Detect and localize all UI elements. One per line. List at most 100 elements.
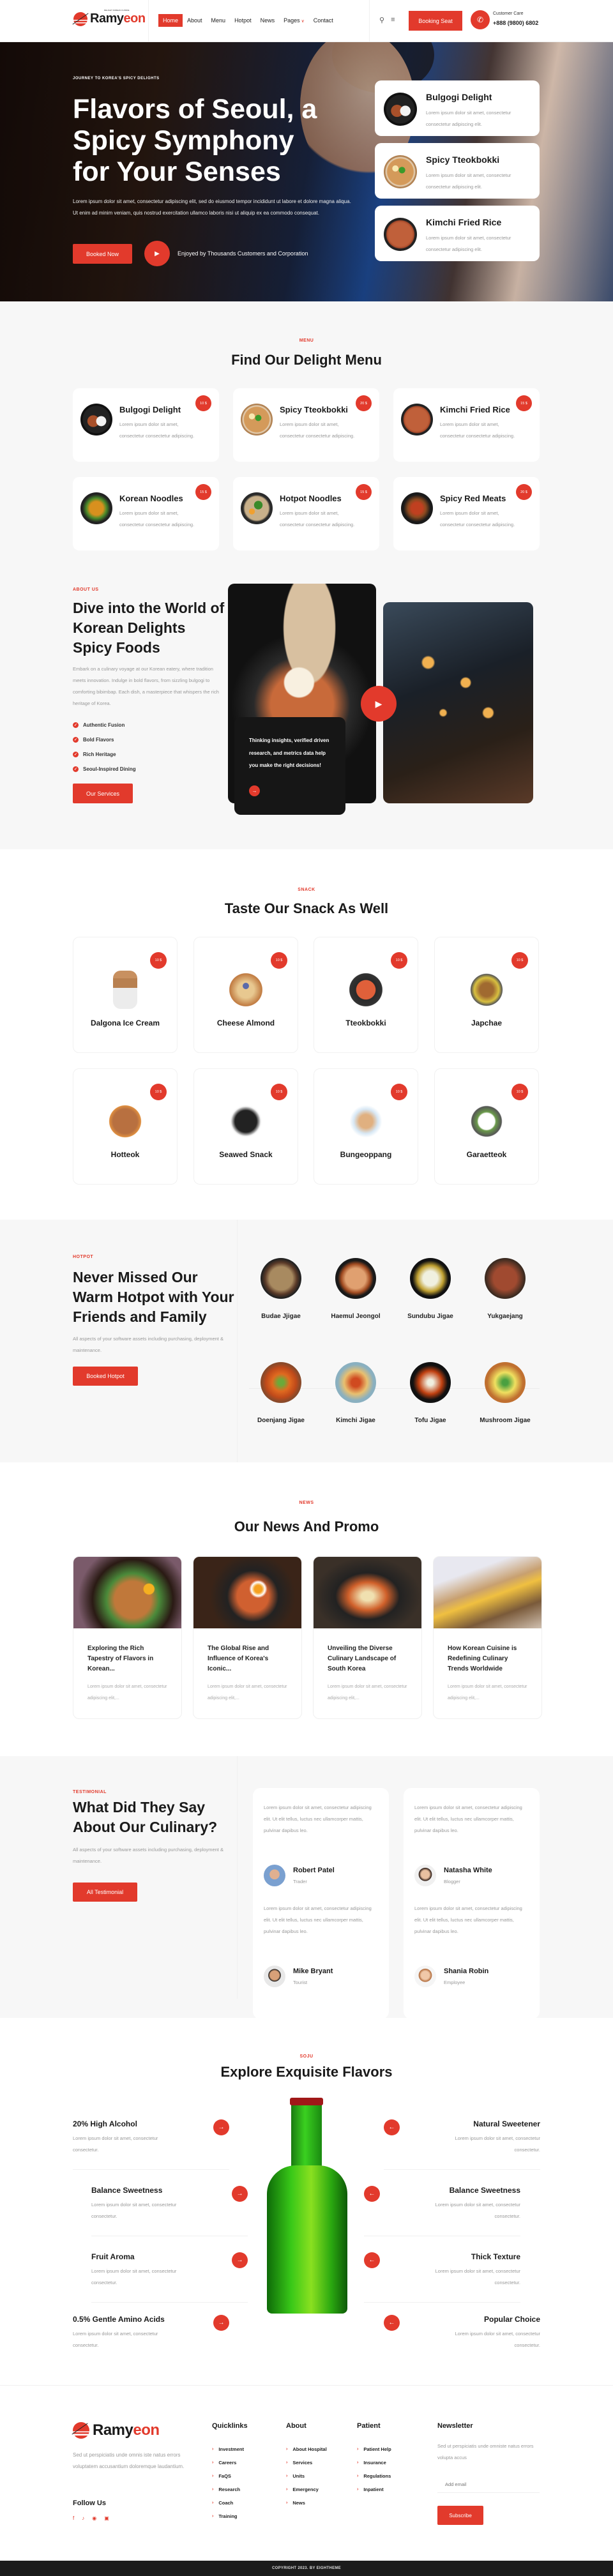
dish-desc: Lorem ipsum dolor sit amet, consectetur … <box>119 510 195 527</box>
news-card[interactable]: The Global Rise and Influence of Korea's… <box>193 1556 302 1719</box>
hotpot-item[interactable]: Mushroom Jigae <box>467 1362 543 1424</box>
snack-card[interactable]: 10 $ Tteokbokki <box>314 937 418 1053</box>
hotpot-image <box>410 1258 451 1299</box>
arrow-right-icon[interactable]: → <box>232 2186 248 2202</box>
footer-link[interactable]: › Services <box>286 2456 327 2469</box>
arrow-left-icon[interactable]: ← <box>384 2315 400 2331</box>
footer-link[interactable]: › Inpatient <box>357 2483 391 2496</box>
feature-title: Natural Sweetener <box>473 2119 540 2128</box>
hotpot-item[interactable]: Haemul Jeongol <box>318 1258 393 1320</box>
news-card[interactable]: How Korean Cuisine is Redefining Culinar… <box>433 1556 542 1719</box>
nav-pages[interactable]: Pages ∨ <box>279 14 309 27</box>
nav-contact[interactable]: Contact <box>309 14 338 27</box>
checklist-label: Seoul-Inspired Dining <box>83 766 136 772</box>
snack-card[interactable]: 10 $ Hotteok <box>73 1068 178 1185</box>
menu-card[interactable]: Bulgogi Delight Lorem ipsum dolor sit am… <box>73 388 219 462</box>
play-video-button[interactable]: ▶ <box>361 686 397 722</box>
arrow-left-icon[interactable]: ← <box>384 2119 400 2135</box>
hotpot-item[interactable]: Doenjang Jigae <box>243 1362 319 1424</box>
snack-title: Hotteok <box>110 1150 140 1159</box>
logo[interactable]: Ramyeon DELIGHT KOREAN CUISINE <box>73 9 146 26</box>
arrow-right-icon[interactable]: → <box>213 2119 229 2135</box>
menu-card[interactable]: Spicy Red Meats Lorem ipsum dolor sit am… <box>393 477 540 550</box>
footer-link[interactable]: › FaQS <box>212 2469 248 2483</box>
play-video-button[interactable]: ▶ <box>144 241 170 266</box>
news-card[interactable]: Unveiling the Diverse Culinary Landscape… <box>313 1556 422 1719</box>
logo-mark-icon <box>73 2422 89 2439</box>
snack-image <box>347 971 385 1009</box>
arrow-left-icon[interactable]: ← <box>364 2252 380 2268</box>
news-headline[interactable]: Unveiling the Diverse Culinary Landscape… <box>328 1644 411 1674</box>
our-services-button[interactable]: Our Services <box>73 784 133 803</box>
footer-link[interactable]: › Investment <box>212 2443 248 2456</box>
arrow-right-icon[interactable]: → <box>213 2315 229 2331</box>
footer-link[interactable]: › Patient Help <box>357 2443 391 2456</box>
menu-card[interactable]: Kimchi Fried Rice Lorem ipsum dolor sit … <box>393 388 540 462</box>
snack-title: Dalgona Ice Cream <box>90 1019 160 1027</box>
subscribe-button[interactable]: Subscribe <box>437 2506 483 2525</box>
menu-card[interactable]: Korean Noodles Lorem ipsum dolor sit ame… <box>73 477 219 550</box>
footer-link[interactable]: › Coach <box>212 2496 248 2510</box>
hotpot-name: Doenjang Jigae <box>257 1417 305 1424</box>
email-input[interactable] <box>437 2476 540 2493</box>
reviewer-name: Shania Robin <box>444 1967 489 1975</box>
footer-logo[interactable]: Ramyeon <box>73 2421 160 2439</box>
footer-link[interactable]: › Emergency <box>286 2483 327 2496</box>
arrow-left-icon[interactable]: ← <box>364 2186 380 2202</box>
news-headline[interactable]: How Korean Cuisine is Redefining Culinar… <box>448 1644 531 1674</box>
hotpot-item[interactable]: Tofu Jigae <box>393 1362 468 1424</box>
instagram-icon[interactable]: ◉ <box>92 2515 96 2521</box>
hero-dish-card[interactable]: Bulgogi Delight Lorem ipsum dolor sit am… <box>375 80 540 136</box>
booked-now-button[interactable]: Booked Now <box>73 244 132 264</box>
booking-seat-button[interactable]: Booking Seat <box>409 11 462 31</box>
news-headline[interactable]: Exploring the Rich Tapestry of Flavors i… <box>87 1644 170 1674</box>
hotpot-item[interactable]: Budae Jjigae <box>243 1258 319 1320</box>
search-icon[interactable]: ⚲ <box>379 16 384 24</box>
footer-link[interactable]: › Regulations <box>357 2469 391 2483</box>
linkedin-icon[interactable]: ▣ <box>104 2515 109 2521</box>
all-testimonial-button[interactable]: All Testimonial <box>73 1883 137 1902</box>
footer-link[interactable]: › Research <box>212 2483 248 2496</box>
chevron-right-icon: › <box>212 2501 214 2505</box>
customer-care-phone[interactable]: +888 (9800) 6802 <box>493 20 538 26</box>
hotpot-item[interactable]: Kimchi Jigae <box>318 1362 393 1424</box>
dish-image <box>401 404 433 436</box>
nav-news[interactable]: News <box>256 14 280 27</box>
hotpot-item[interactable]: Sundubu Jigae <box>393 1258 468 1320</box>
arrow-right-icon[interactable]: → <box>249 785 260 796</box>
nav-hotpot[interactable]: Hotpot <box>230 14 256 27</box>
facebook-icon[interactable]: f <box>73 2515 74 2521</box>
nav-home[interactable]: Home <box>158 14 183 27</box>
footer-link[interactable]: › Insurance <box>357 2456 391 2469</box>
footer-link[interactable]: › News <box>286 2496 327 2510</box>
arrow-right-icon[interactable]: → <box>232 2252 248 2268</box>
snack-card[interactable]: 10 $ Dalgona Ice Cream <box>73 937 178 1053</box>
menu-card[interactable]: Spicy Tteokbokki Lorem ipsum dolor sit a… <box>233 388 379 462</box>
hamburger-icon[interactable]: ≡ <box>391 16 395 24</box>
testimonial-quote: Lorem ipsum dolor sit amet, consectetur … <box>414 1905 522 1934</box>
price-badge: 10 $ <box>150 952 167 969</box>
menu-card[interactable]: Hotpot Noodles Lorem ipsum dolor sit ame… <box>233 477 379 550</box>
footer-link[interactable]: › Units <box>286 2469 327 2483</box>
snack-card[interactable]: 10 $ Japchae <box>434 937 539 1053</box>
dish-title: Bulgogi Delight <box>119 405 181 414</box>
booked-hotpot-button[interactable]: Booked Hotpot <box>73 1367 138 1386</box>
hero-dish-card[interactable]: Spicy Tteokbokki Lorem ipsum dolor sit a… <box>375 143 540 199</box>
news-headline[interactable]: The Global Rise and Influence of Korea's… <box>208 1644 291 1674</box>
footer-link[interactable]: › About Hospital <box>286 2443 327 2456</box>
hero-dish-card[interactable]: Kimchi Fried Rice Lorem ipsum dolor sit … <box>375 206 540 261</box>
snack-card[interactable]: 10 $ Bungeoppang <box>314 1068 418 1185</box>
tiktok-icon[interactable]: ♪ <box>82 2515 84 2521</box>
nav-about[interactable]: About <box>183 14 207 27</box>
footer-link[interactable]: › Careers <box>212 2456 248 2469</box>
snack-title: Garaetteok <box>466 1150 507 1159</box>
nav-menu[interactable]: Menu <box>207 14 231 27</box>
snack-card[interactable]: 10 $ Cheese Almond <box>193 937 298 1053</box>
snack-card[interactable]: 10 $ Seawed Snack <box>193 1068 298 1185</box>
hotpot-item[interactable]: Yukgaejang <box>467 1258 543 1320</box>
footer-link[interactable]: › Training <box>212 2510 248 2523</box>
news-card[interactable]: Exploring the Rich Tapestry of Flavors i… <box>73 1556 182 1719</box>
price-badge: 10 $ <box>271 1084 287 1100</box>
snack-card[interactable]: 10 $ Garaetteok <box>434 1068 539 1185</box>
dish-title: Hotpot Noodles <box>280 494 342 503</box>
